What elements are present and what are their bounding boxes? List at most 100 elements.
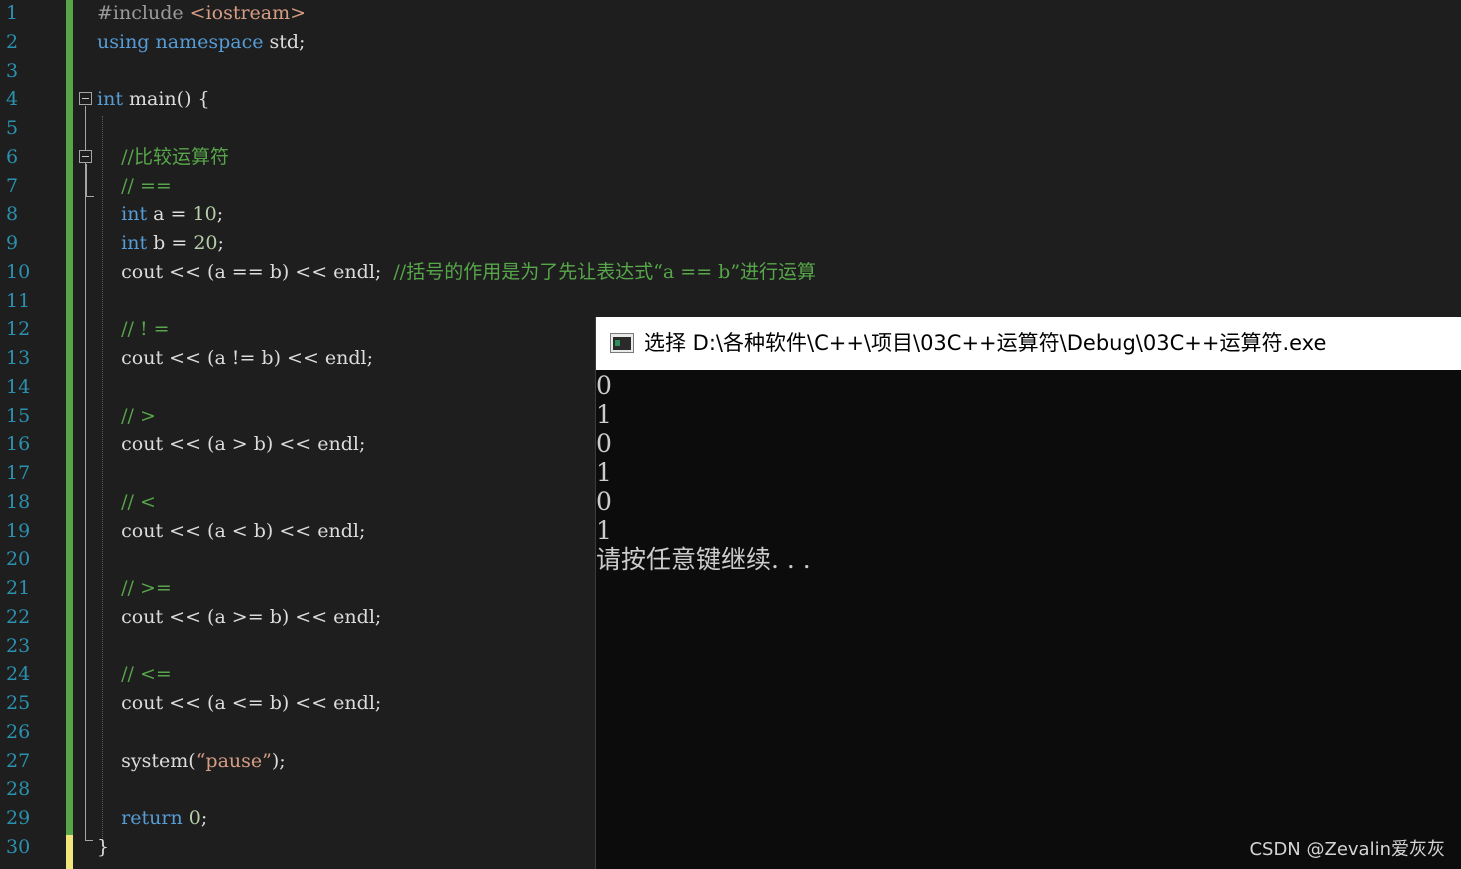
line-number: 13 (6, 347, 31, 369)
console-output-line: 0 (596, 429, 612, 458)
line-number: 10 (6, 260, 31, 283)
code-token: // == (97, 174, 172, 197)
line-number: 14 (6, 375, 31, 398)
console-output-line: 1 (596, 400, 612, 429)
code-token: cout << (a != b) << endl; (97, 347, 374, 369)
code-token: a = (147, 203, 193, 226)
fold-collapse-main-icon[interactable] (79, 92, 92, 105)
code-line[interactable]: #include <iostream> (97, 0, 306, 28)
fold-range-line (85, 106, 86, 840)
code-token: int (121, 232, 148, 254)
code-token: ); (271, 749, 286, 772)
code-token: namespace (155, 30, 264, 53)
code-line[interactable]: } (97, 833, 109, 862)
code-token: cout << (a > b) << endl; (97, 433, 366, 456)
line-number: 27 (6, 749, 31, 772)
line-number: 21 (6, 577, 31, 599)
code-token: // >= (97, 577, 172, 599)
line-number: 18 (6, 490, 31, 513)
code-line[interactable]: int b = 20; (97, 229, 224, 258)
line-number: 16 (6, 433, 31, 456)
code-line[interactable]: //比较运算符 (97, 143, 229, 172)
line-number: 22 (6, 605, 31, 628)
code-token: cout << (a <= b) << endl; (97, 692, 382, 714)
line-number: 4 (6, 88, 19, 111)
code-token: ; (216, 203, 224, 226)
code-token: // > (97, 404, 156, 427)
code-token: ; (200, 807, 208, 829)
code-line[interactable]: // > (97, 402, 156, 431)
console-titlebar[interactable]: 选择 D:\各种软件\C++\项目\03C++运算符\Debug\03C++运算… (596, 317, 1461, 370)
fold-comment-range-end (86, 196, 94, 197)
code-line[interactable]: cout << (a == b) << endl; //括号的作用是为了先让表达… (97, 258, 816, 287)
line-number: 12 (6, 318, 31, 341)
console-title: 选择 D:\各种软件\C++\项目\03C++运算符\Debug\03C++运算… (644, 331, 1327, 355)
code-token: // <= (97, 663, 172, 686)
code-line[interactable]: system(“pause”); (97, 747, 286, 776)
code-token: system( (97, 749, 196, 772)
fold-range-end (85, 840, 93, 841)
line-number: 2 (6, 30, 19, 53)
line-number: 7 (6, 174, 19, 197)
code-token: using (97, 30, 150, 53)
code-line[interactable]: cout << (a <= b) << endl; (97, 689, 381, 718)
code-line[interactable]: // == (97, 172, 172, 201)
line-number: 1 (6, 2, 19, 24)
console-output-line: 0 (596, 487, 612, 516)
code-token: 0 (188, 807, 201, 829)
line-number: 25 (6, 692, 31, 714)
code-token: “pause” (195, 749, 272, 772)
line-number: 19 (6, 519, 31, 542)
line-number: 26 (6, 720, 31, 743)
fold-collapse-comment-icon[interactable] (79, 150, 92, 163)
code-token: //括号的作用是为了先让表达式“a == b”进行运算 (393, 260, 817, 283)
fold-comment-range-line (86, 164, 87, 196)
code-line[interactable]: return 0; (97, 804, 207, 833)
code-line[interactable]: cout << (a >= b) << endl; (97, 603, 381, 632)
console-window[interactable]: 选择 D:\各种软件\C++\项目\03C++运算符\Debug\03C++运算… (595, 317, 1461, 869)
code-token: 20 (193, 232, 218, 254)
code-token: <iostream> (189, 2, 307, 24)
console-output-line: 请按任意键继续. . . (596, 545, 811, 574)
current-line-change-marker (66, 835, 73, 869)
code-token: return (121, 807, 183, 829)
code-token: int (97, 88, 123, 111)
line-number: 30 (6, 835, 31, 858)
code-line[interactable]: cout << (a > b) << endl; (97, 430, 365, 459)
line-number: 8 (6, 203, 19, 226)
code-token: } (97, 835, 110, 858)
line-number: 15 (6, 404, 31, 427)
code-token: ; (217, 232, 224, 254)
change-tracking-bar (66, 0, 73, 835)
code-line[interactable]: // < (97, 488, 156, 517)
code-line[interactable]: // >= (97, 574, 172, 603)
code-token: std; (263, 30, 306, 53)
code-token: // < (97, 490, 156, 513)
line-number: 28 (6, 778, 31, 801)
code-line[interactable]: // <= (97, 660, 172, 689)
code-line[interactable]: using namespace std; (97, 28, 305, 57)
line-number: 3 (6, 59, 19, 82)
code-line[interactable]: // ! = (97, 315, 170, 344)
line-number: 20 (6, 548, 31, 571)
line-number: 9 (6, 232, 19, 254)
console-output-line: 1 (596, 516, 612, 545)
watermark: CSDN @Zevalin爱灰灰 (1249, 839, 1445, 860)
line-number: 11 (6, 289, 31, 312)
line-number: 23 (6, 634, 31, 657)
code-token: // ! = (97, 318, 170, 341)
line-number: 6 (6, 145, 19, 168)
code-line[interactable]: int a = 10; (97, 200, 223, 229)
line-number-gutter: 1 2 3 4 5 6 7 8 9 10 11 12 13 14 15 16 17 18 19 20 21 22 23 24 2… (0, 0, 66, 869)
code-token: b = (147, 232, 194, 254)
console-window-icon (610, 333, 634, 353)
code-line[interactable]: int main() { (97, 85, 210, 114)
code-line[interactable]: cout << (a != b) << endl; (97, 344, 373, 373)
code-line[interactable]: cout << (a < b) << endl; (97, 517, 365, 546)
code-token: cout << (a < b) << endl; (97, 519, 366, 542)
line-number: 24 (6, 663, 31, 686)
code-token: 10 (192, 203, 217, 226)
